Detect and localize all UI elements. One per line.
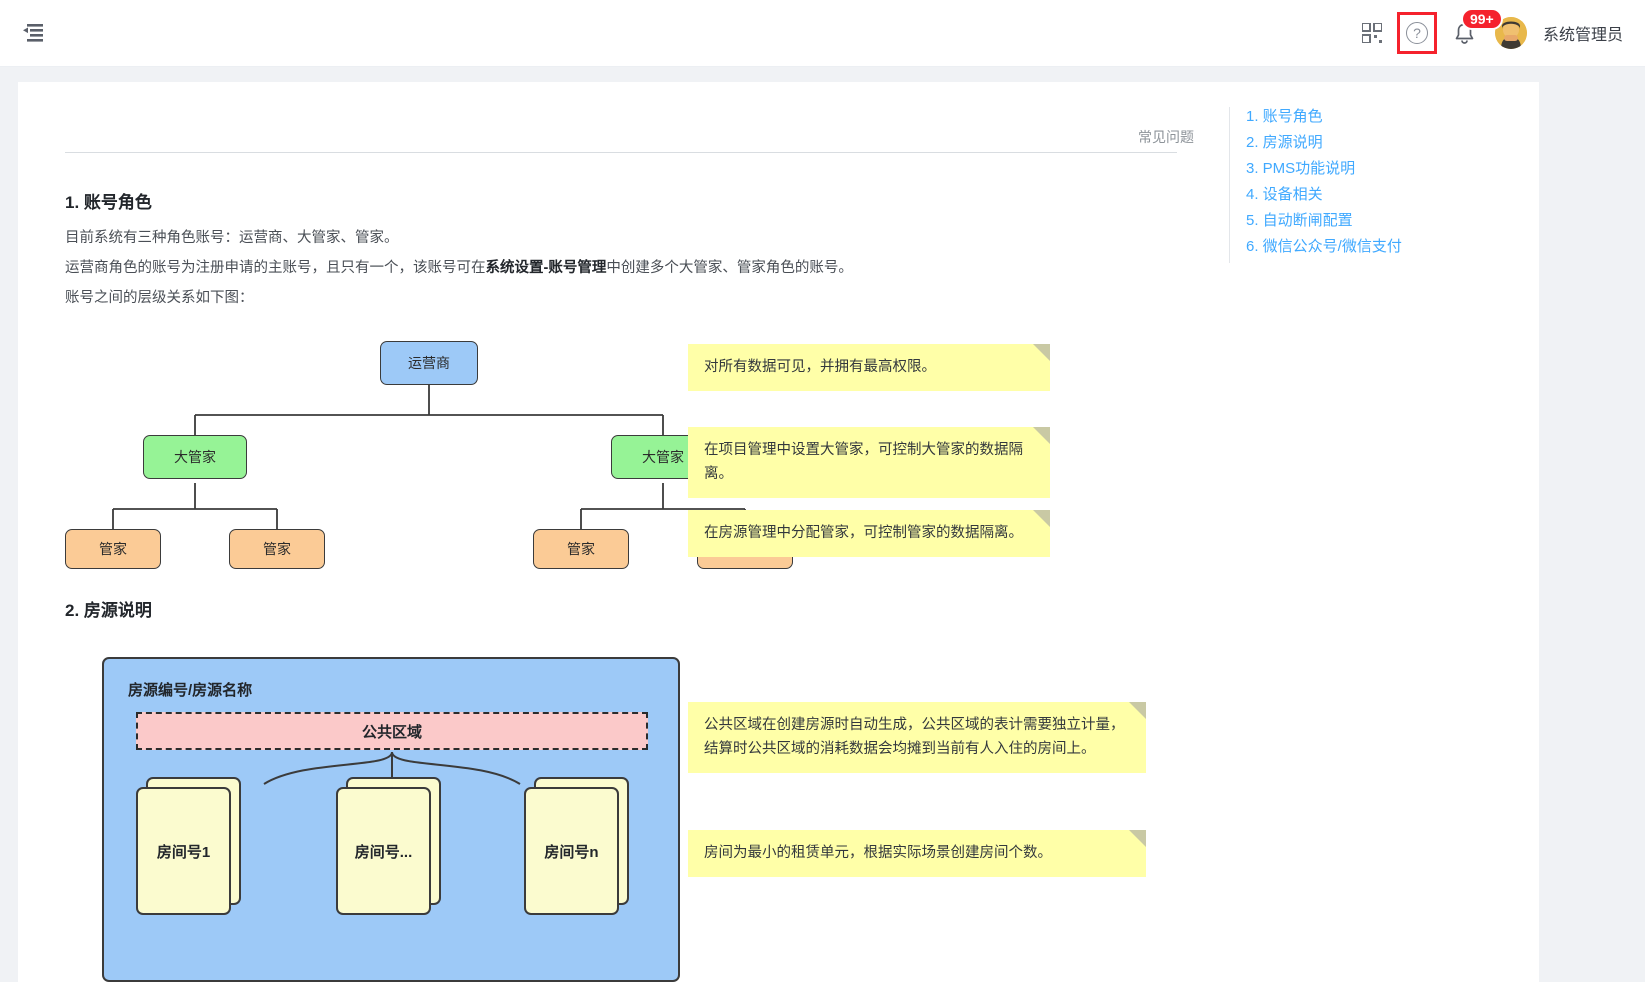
toc-item-1[interactable]: 1. 账号角色 [1246,107,1519,127]
note-fold-icon [1033,510,1050,527]
note-fold-icon [1033,427,1050,444]
section-1-paragraph-2: 运营商角色的账号为注册申请的主账号，且只有一个，该账号可在系统设置-账号管理中创… [65,256,853,277]
orgchart-node-steward-2: 管家 [229,529,325,569]
section-2-heading: 2. 房源说明 [65,601,152,620]
room-card-1: 房间号1 [136,787,231,915]
section-1-heading: 1. 账号角色 [65,193,152,212]
top-bar-left [0,18,48,48]
header-divider [65,152,1177,153]
top-bar: ? 99+ 系统管理员 [0,0,1645,67]
paragraph-2-part-c: 中创建多个大管家、管家角色的账号。 [606,260,853,276]
orgchart-node-manager-1: 大管家 [143,435,247,479]
room-card-2: 房间号... [336,787,431,915]
paragraph-2-emphasis: 系统设置-账号管理 [485,260,607,276]
room-card-3: 房间号n [524,787,619,915]
section-1-paragraph-3: 账号之间的层级关系如下图： [65,290,254,306]
help-button[interactable]: ? [1396,12,1437,54]
note-manager-text: 在项目管理中设置大管家，可控制大管家的数据隔离。 [704,442,1023,482]
room-stack-1: 房间号1 [136,777,241,915]
orgchart-node-operator: 运营商 [380,341,478,385]
orgchart-node-steward-1: 管家 [65,529,161,569]
note-public-area-line1: 公共区域在创建房源时自动生成，公共区域的表计需要独立计量， [704,717,1125,733]
qrcode-icon[interactable] [1361,22,1383,44]
toc-item-6[interactable]: 6. 微信公众号/微信支付 [1246,237,1519,257]
faq-page-card: 常见问题 1. 账号角色 2. 房源说明 3. PMS功能说明 4. 设备相关 … [18,82,1539,982]
top-bar-right: ? 99+ 系统管理员 [1361,8,1645,54]
note-fold-icon [1129,830,1146,847]
toc-item-2[interactable]: 2. 房源说明 [1246,133,1519,153]
note-fold-icon [1033,344,1050,361]
note-operator-text: 对所有数据可见，并拥有最高权限。 [704,359,936,375]
note-room-unit: 房间为最小的租赁单元，根据实际场景创建房间个数。 [688,830,1146,877]
menu-fold-icon[interactable] [18,18,48,48]
orgchart-node-steward-3: 管家 [533,529,629,569]
note-operator: 对所有数据可见，并拥有最高权限。 [688,344,1050,391]
question-circle-icon: ? [1405,22,1428,44]
toc-item-5[interactable]: 5. 自动断闸配置 [1246,211,1519,231]
notifications-button[interactable]: 99+ [1451,8,1503,50]
public-area-box: 公共区域 [136,712,648,750]
toc-item-3[interactable]: 3. PMS功能说明 [1246,159,1519,179]
note-public-area-line2: 结算时公共区域的消耗数据会均摊到当前有人入住的房间上。 [704,741,1096,757]
note-steward-text: 在房源管理中分配管家，可控制管家的数据隔离。 [704,525,1023,541]
notification-badge: 99+ [1460,8,1503,30]
room-stack-2: 房间号... [336,777,441,915]
note-manager: 在项目管理中设置大管家，可控制大管家的数据隔离。 [688,427,1050,498]
note-fold-icon [1129,702,1146,719]
toc-item-4[interactable]: 4. 设备相关 [1246,185,1519,205]
faq-title: 常见问题 [1138,129,1194,145]
room-stack-3: 房间号n [524,777,629,915]
paragraph-2-part-a: 运营商角色的账号为注册申请的主账号，且只有一个，该账号可在 [65,260,486,276]
house-title: 房源编号/房源名称 [128,682,253,699]
username-label: 系统管理员 [1542,27,1623,44]
table-of-contents: 1. 账号角色 2. 房源说明 3. PMS功能说明 4. 设备相关 5. 自动… [1229,107,1519,263]
section-1-paragraph-1: 目前系统有三种角色账号：运营商、大管家、管家。 [65,230,399,246]
house-diagram: 房源编号/房源名称 公共区域 房间号1 房间号... 房间号n [102,657,680,982]
note-public-area: 公共区域在创建房源时自动生成，公共区域的表计需要独立计量， 结算时公共区域的消耗… [688,702,1146,773]
note-room-unit-line1: 房间为最小的租赁单元，根据实际场景创建房间个数。 [704,845,1052,861]
note-steward: 在房源管理中分配管家，可控制管家的数据隔离。 [688,510,1050,557]
